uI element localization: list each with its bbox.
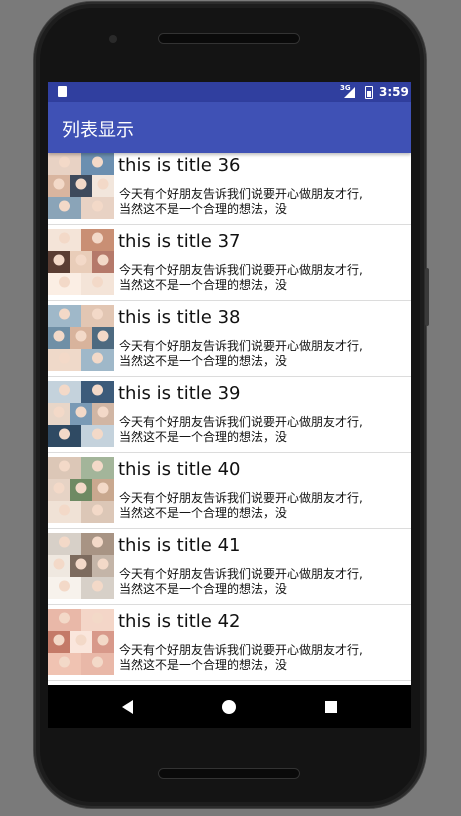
app-title: 列表显示 (62, 120, 134, 141)
list-content: this is title 36 今天有个好朋友告诉我们说要开心做朋友才行, 当然… (48, 153, 411, 685)
top-speaker (158, 33, 300, 44)
battery-icon (365, 86, 373, 99)
item-title: this is title 37 (118, 231, 241, 252)
item-title: this is title 42 (118, 611, 241, 632)
item-title: this is title 39 (118, 383, 241, 404)
list-item[interactable]: this is title 41 今天有个好朋友告诉我们说要开心做朋友才行, 当然… (48, 529, 411, 605)
list-item[interactable]: this is title 40 今天有个好朋友告诉我们说要开心做朋友才行, 当然… (48, 453, 411, 529)
status-bar: 3G 3:59 (48, 82, 411, 102)
thumbnail-image (48, 381, 114, 447)
front-camera (109, 35, 117, 43)
side-button[interactable] (425, 268, 429, 326)
recents-icon[interactable] (325, 701, 337, 713)
list-item[interactable]: this is title 39 今天有个好朋友告诉我们说要开心做朋友才行, 当然… (48, 377, 411, 453)
thumbnail-image (48, 609, 114, 675)
home-icon[interactable] (222, 700, 236, 714)
item-title: this is title 38 (118, 307, 241, 328)
item-description: 今天有个好朋友告诉我们说要开心做朋友才行, 当然这不是一个合理的想法，没 (119, 415, 363, 444)
item-title: this is title 36 (118, 155, 241, 176)
thumbnail-image (48, 305, 114, 371)
item-description: 今天有个好朋友告诉我们说要开心做朋友才行, 当然这不是一个合理的想法，没 (119, 567, 363, 596)
item-description: 今天有个好朋友告诉我们说要开心做朋友才行, 当然这不是一个合理的想法，没 (119, 491, 363, 520)
status-time: 3:59 (379, 85, 409, 99)
thumbnail-image (48, 457, 114, 523)
back-icon[interactable] (122, 700, 133, 714)
item-description: 今天有个好朋友告诉我们说要开心做朋友才行, 当然这不是一个合理的想法，没 (119, 339, 363, 368)
item-description: 今天有个好朋友告诉我们说要开心做朋友才行, 当然这不是一个合理的想法，没 (119, 263, 363, 292)
list-item[interactable]: this is title 38 今天有个好朋友告诉我们说要开心做朋友才行, 当然… (48, 301, 411, 377)
item-title: this is title 41 (118, 535, 241, 556)
list-item[interactable]: this is title 42 今天有个好朋友告诉我们说要开心做朋友才行, 当然… (48, 605, 411, 681)
navigation-bar (48, 685, 411, 728)
app-bar: 列表显示 (48, 102, 411, 153)
list-item[interactable]: this is title 37 今天有个好朋友告诉我们说要开心做朋友才行, 当然… (48, 225, 411, 301)
list-view[interactable]: this is title 36 今天有个好朋友告诉我们说要开心做朋友才行, 当然… (48, 153, 411, 685)
signal-icon (344, 87, 355, 98)
item-description: 今天有个好朋友告诉我们说要开心做朋友才行, 当然这不是一个合理的想法，没 (119, 643, 363, 672)
thumbnail-image (48, 533, 114, 599)
bottom-speaker (158, 768, 300, 779)
device-screen: 3G 3:59 列表显示 this is title 36 今天有个好朋友告诉我们… (48, 82, 411, 728)
list-item[interactable]: this is title 36 今天有个好朋友告诉我们说要开心做朋友才行, 当然… (48, 153, 411, 225)
item-description: 今天有个好朋友告诉我们说要开心做朋友才行, 当然这不是一个合理的想法，没 (119, 187, 363, 216)
thumbnail-image (48, 153, 114, 219)
sd-card-icon (58, 86, 67, 97)
item-title: this is title 40 (118, 459, 241, 480)
thumbnail-image (48, 229, 114, 295)
